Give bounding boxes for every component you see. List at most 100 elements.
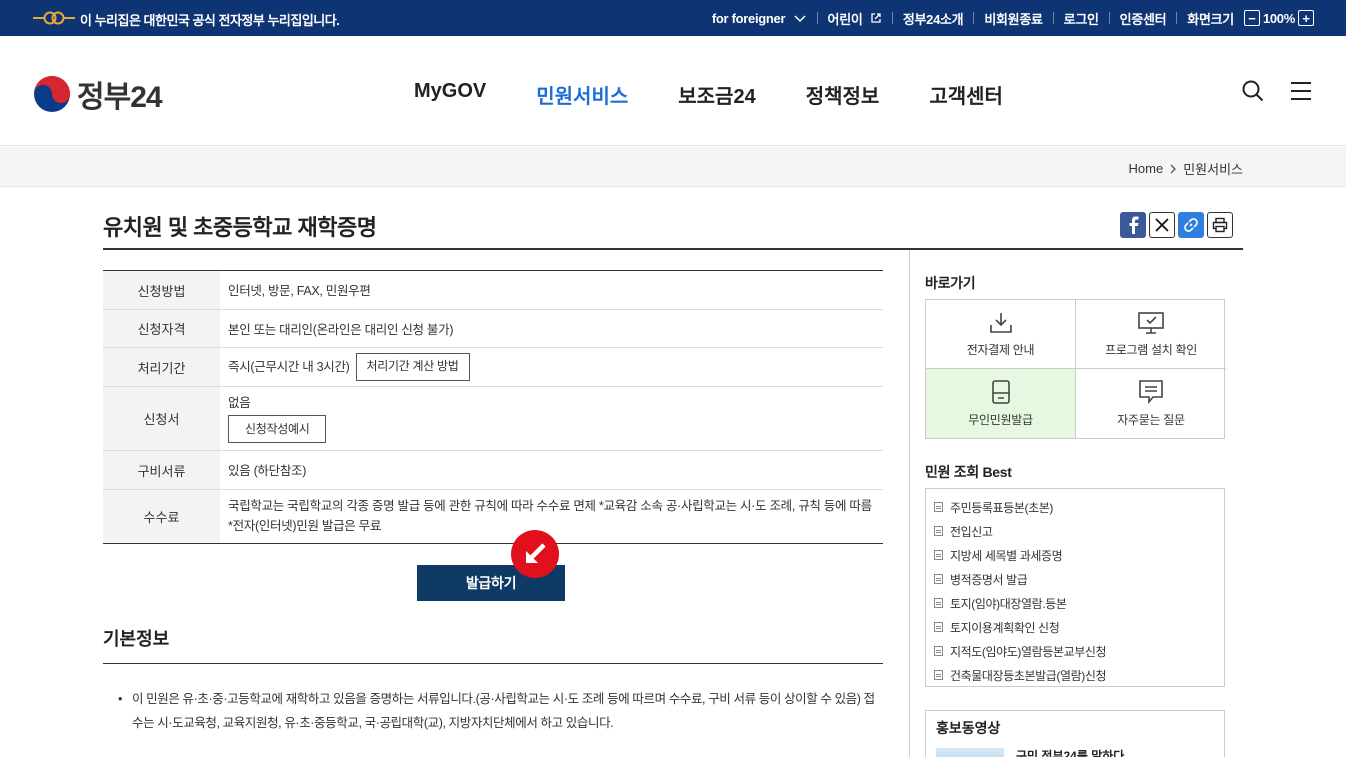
promo-item-title[interactable]: 구민 정부24를 말하다 <box>1016 747 1124 757</box>
sidebar-divider <box>909 250 910 757</box>
quick-link-epayment[interactable]: 전자결제 안내 <box>926 300 1076 369</box>
basic-info-title: 기본정보 <box>103 629 170 649</box>
list-item-label: 토지(임야)대장열람.등본 <box>950 596 1067 611</box>
divider <box>816 12 818 24</box>
site-header: 정부24 MyGOV 민원서비스 보조금24 정책정보 고객센터 <box>0 36 1346 146</box>
foreigner-label: for foreigner <box>711 10 786 26</box>
zoom-in-button[interactable]: + <box>1298 10 1314 26</box>
breadcrumb: Home 민원서비스 <box>1129 159 1244 178</box>
quick-link-label: 자주묻는 질문 <box>1117 413 1185 427</box>
table-row: 처리기간 즉시(근무시간 내 3시간) 처리기간 계산 방법 <box>103 348 883 387</box>
row-value-cell: 즉시(근무시간 내 3시간) 처리기간 계산 방법 <box>220 348 883 386</box>
print-icon[interactable] <box>1207 212 1233 238</box>
list-item-label: 건축물대장등초본발급(열람)신청 <box>950 668 1107 683</box>
facebook-icon[interactable] <box>1120 212 1146 238</box>
arrow-pointer-icon <box>511 530 559 578</box>
kids-link[interactable]: 어린이 <box>828 9 882 28</box>
section-divider <box>103 663 883 664</box>
cert-center-link[interactable]: 인증센터 <box>1120 9 1167 28</box>
row-label: 처리기간 <box>103 348 220 386</box>
document-icon <box>934 526 943 536</box>
x-twitter-icon[interactable] <box>1149 212 1175 238</box>
promo-title: 홍보동영상 <box>936 720 1001 736</box>
share-tools <box>1120 212 1233 238</box>
table-row: 수수료 국립학교는 국립학교의 각종 증명 발급 등에 관한 규칙에 따라 수수… <box>103 490 883 543</box>
divider <box>1108 12 1110 24</box>
promo-thumbnail[interactable] <box>936 748 1004 757</box>
basic-info-text: 이 민원은 유·초·중·고등학교에 재학하고 있음을 증명하는 서류입니다.(공… <box>118 687 878 735</box>
logo-text: 정부24 <box>77 81 163 114</box>
taegeuk-logo-icon <box>34 76 70 112</box>
gov-notice-text: 이 누리집은 대한민국 공식 전자정부 누리집입니다. <box>80 13 340 28</box>
breadcrumb-current[interactable]: 민원서비스 <box>1183 159 1243 178</box>
zoom-out-button[interactable]: − <box>1243 10 1260 26</box>
list-item-label: 전입신고 <box>950 524 993 539</box>
header-tools <box>1242 80 1312 102</box>
about-link[interactable]: 정부24소개 <box>903 9 964 28</box>
list-item[interactable]: 지방세 세목별 과세증명 <box>934 543 1224 567</box>
link-copy-icon[interactable] <box>1178 212 1204 238</box>
quick-link-label: 무인민원발급 <box>968 413 1033 427</box>
document-icon <box>934 670 943 680</box>
list-item[interactable]: 전입신고 <box>934 519 1224 543</box>
list-item[interactable]: 병적증명서 발급 <box>934 567 1224 591</box>
gov-banner: 이 누리집은 대한민국 공식 전자정부 누리집입니다. for foreigne… <box>0 0 1346 36</box>
nav-civil-service[interactable]: 민원서비스 <box>536 80 628 109</box>
download-icon <box>989 312 1012 333</box>
quick-link-faq[interactable]: 자주묻는 질문 <box>1076 369 1226 438</box>
quick-link-program-check[interactable]: 프로그램 설치 확인 <box>1076 300 1226 369</box>
divider <box>1176 12 1178 24</box>
nav-subsidy[interactable]: 보조금24 <box>678 80 755 109</box>
screen-size-label: 화면크기 <box>1187 11 1234 27</box>
list-item[interactable]: 주민등록표등본(초본) <box>934 495 1224 519</box>
row-label: 신청자격 <box>103 310 220 347</box>
row-value: 없음 <box>228 396 251 410</box>
main-nav: MyGOV 민원서비스 보조금24 정책정보 고객센터 <box>414 80 1053 109</box>
nav-mygov[interactable]: MyGOV <box>414 80 486 109</box>
list-item-label: 주민등록표등본(초본) <box>950 500 1053 515</box>
list-item[interactable]: 토지(임야)대장열람.등본 <box>934 591 1224 615</box>
list-item-label: 지적도(임야도)열람등본교부신청 <box>950 644 1107 659</box>
menu-icon[interactable] <box>1290 80 1312 102</box>
nav-policy[interactable]: 정책정보 <box>806 80 880 109</box>
nonmember-exit-link[interactable]: 비회원종료 <box>984 9 1043 28</box>
row-label: 수수료 <box>103 490 220 543</box>
nav-customer-center[interactable]: 고객센터 <box>929 80 1003 109</box>
kids-label: 어린이 <box>827 11 863 27</box>
quick-link-label: 프로그램 설치 확인 <box>1105 342 1197 357</box>
login-link[interactable]: 로그인 <box>1064 9 1099 28</box>
chevron-down-icon <box>793 13 807 23</box>
document-icon <box>934 598 943 608</box>
processing-time-calc-button[interactable]: 처리기간 계산 방법 <box>355 353 470 381</box>
breadcrumb-home[interactable]: Home <box>1129 161 1164 176</box>
monitor-icon <box>1138 311 1164 334</box>
site-logo[interactable]: 정부24 <box>33 72 163 116</box>
document-icon <box>934 646 943 656</box>
list-item-label: 지방세 세목별 과세증명 <box>950 548 1063 563</box>
row-label: 신청방법 <box>103 271 220 309</box>
gov-wave-icon <box>33 11 75 25</box>
chevron-right-icon <box>1170 164 1177 173</box>
application-example-button[interactable]: 신청작성예시 <box>228 415 327 443</box>
row-value: 본인 또는 대리인(온라인은 대리인 신청 불가) <box>228 323 454 337</box>
row-value-cell: 없음 신청작성예시 <box>220 387 883 450</box>
table-row: 구비서류 있음 (하단참조) <box>103 451 883 490</box>
list-item[interactable]: 지적도(임야도)열람등본교부신청 <box>934 639 1224 663</box>
service-info-table: 신청방법 인터넷, 방문, FAX, 민원우편 신청자격 본인 또는 대리인(온… <box>103 270 883 544</box>
list-item[interactable]: 토지이용계획확인 신청 <box>934 615 1224 639</box>
document-icon <box>934 550 943 560</box>
quick-links-grid: 전자결제 안내 프로그램 설치 확인 무인민원발급 자주묻는 질문 <box>925 299 1226 439</box>
quick-link-kiosk[interactable]: 무인민원발급 <box>926 369 1076 438</box>
document-icon <box>934 574 943 584</box>
foreigner-link[interactable]: for foreigner <box>712 11 807 26</box>
table-row: 신청서 없음 신청작성예시 <box>103 387 883 451</box>
quick-link-label: 전자결제 안내 <box>966 342 1035 357</box>
document-icon <box>934 622 943 632</box>
search-icon[interactable] <box>1242 80 1264 102</box>
row-value: 있음 (하단참조) <box>228 464 307 478</box>
row-value: 국립학교는 국립학교의 각종 증명 발급 등에 관한 규칙에 따라 수수료 면제… <box>228 499 872 533</box>
best-services-list: 주민등록표등본(초본) 전입신고 지방세 세목별 과세증명 병적증명서 발급 토… <box>925 488 1225 687</box>
table-row: 신청방법 인터넷, 방문, FAX, 민원우편 <box>103 271 883 310</box>
breadcrumb-bar: Home 민원서비스 <box>0 147 1346 187</box>
list-item[interactable]: 건축물대장등초본발급(열람)신청 <box>934 663 1224 687</box>
